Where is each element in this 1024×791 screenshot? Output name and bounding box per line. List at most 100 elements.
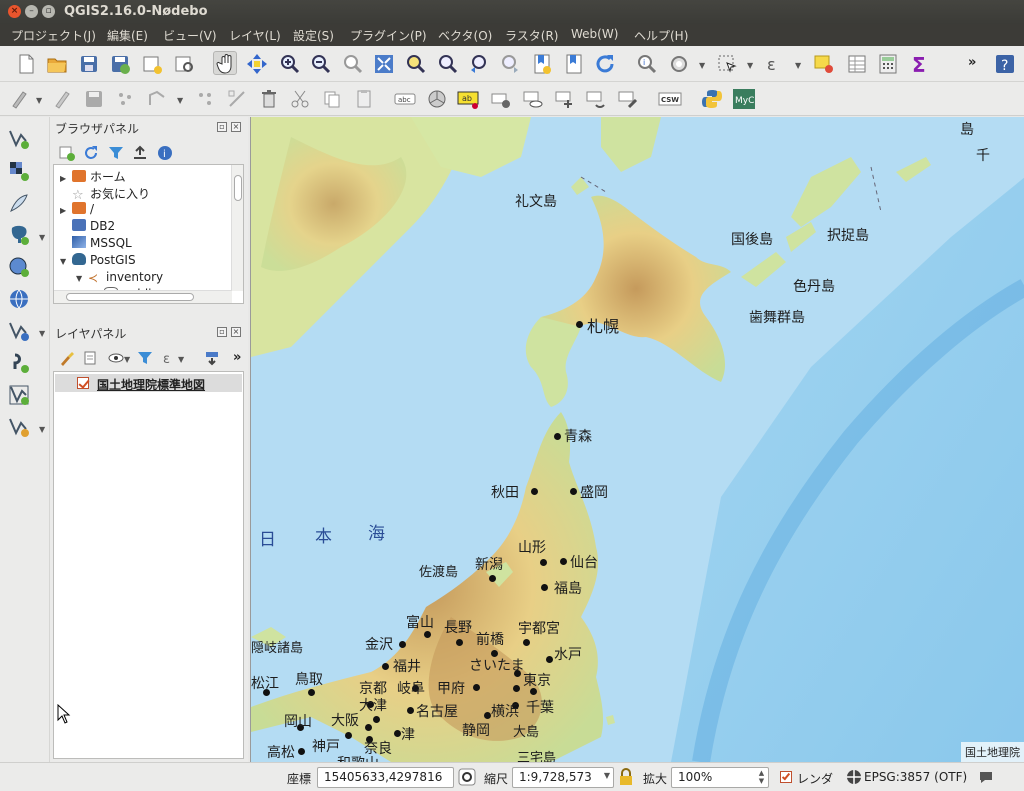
- add-group-icon[interactable]: [82, 349, 100, 367]
- add-line-icon[interactable]: [145, 87, 169, 111]
- expand-arrow-icon[interactable]: ▶: [60, 174, 72, 183]
- menu-help[interactable]: ヘルプ(H): [634, 27, 688, 44]
- tree-item-favorites[interactable]: ☆ お気に入り: [60, 185, 150, 202]
- deselect-all-icon[interactable]: [812, 52, 836, 76]
- open-project-icon[interactable]: [45, 52, 69, 76]
- menu-edit[interactable]: 編集(E): [107, 27, 148, 44]
- browser-panel-close-icon[interactable]: ×: [231, 122, 241, 132]
- menu-layer[interactable]: レイヤ(L): [229, 27, 281, 44]
- current-edits-icon[interactable]: [8, 87, 32, 111]
- layer-list[interactable]: 国土地理院標準地図: [53, 371, 244, 759]
- new-spatialite-layer-icon[interactable]: [7, 415, 31, 439]
- scale-dropdown-icon[interactable]: ▼: [604, 771, 610, 780]
- scale-combobox[interactable]: 1:9,728,573 ▼: [512, 767, 614, 788]
- node-tool-icon[interactable]: [225, 87, 249, 111]
- new-print-composer-icon[interactable]: [140, 52, 164, 76]
- toggle-editing-icon[interactable]: [50, 87, 74, 111]
- zoom-to-layer-icon[interactable]: [435, 52, 459, 76]
- layer-panel-close-icon[interactable]: ×: [231, 327, 241, 337]
- copy-features-icon[interactable]: [320, 87, 344, 111]
- save-as-icon[interactable]: [108, 52, 132, 76]
- pan-map-icon[interactable]: [213, 51, 237, 75]
- add-spatialite-layer-icon[interactable]: [7, 255, 31, 279]
- collapse-all-icon[interactable]: [131, 144, 149, 162]
- layer-item[interactable]: 国土地理院標準地図: [55, 374, 242, 392]
- menu-web[interactable]: Web(W): [571, 27, 618, 41]
- add-wcs-layer-icon[interactable]: [7, 351, 31, 375]
- render-checkbox[interactable]: [780, 771, 792, 783]
- refresh-icon[interactable]: [593, 52, 617, 76]
- cut-features-icon[interactable]: [288, 87, 312, 111]
- new-shapefile-layer-icon[interactable]: [7, 383, 31, 407]
- database-dropdown-icon[interactable]: ▼: [39, 233, 45, 242]
- identify-features-icon[interactable]: i: [635, 52, 659, 76]
- add-vector-layer-icon[interactable]: [7, 127, 31, 151]
- zoom-native-resolution-icon[interactable]: [340, 52, 364, 76]
- delete-selected-icon[interactable]: [257, 87, 281, 111]
- menu-view[interactable]: ビュー(V): [163, 27, 217, 44]
- browser-filter-icon[interactable]: [107, 144, 125, 162]
- zoom-next-icon[interactable]: [498, 52, 522, 76]
- browser-tree[interactable]: ▶ ホーム ☆ お気に入り ▶ / DB2 MSSQL ▼ PostGIS ▼ ≺ inve…: [53, 164, 244, 304]
- filter-legend-icon[interactable]: [136, 349, 154, 367]
- web-layer-dropdown-icon[interactable]: ▼: [39, 329, 45, 338]
- select-features-icon[interactable]: [715, 52, 739, 76]
- current-edits-dropdown-icon[interactable]: ▼: [36, 96, 44, 105]
- open-attribute-table-icon[interactable]: [845, 52, 869, 76]
- python-console-icon[interactable]: [700, 87, 724, 111]
- menu-project[interactable]: プロジェクト(J): [11, 27, 96, 44]
- browser-panel-float-icon[interactable]: ▫: [217, 122, 227, 132]
- toolbar1-overflow-icon[interactable]: »: [968, 55, 976, 70]
- composer-manager-icon[interactable]: [172, 52, 196, 76]
- zoom-full-icon[interactable]: [372, 52, 396, 76]
- select-by-expression-icon[interactable]: ε: [763, 52, 787, 76]
- move-label-icon[interactable]: [553, 87, 577, 111]
- run-action-dropdown-icon[interactable]: ▼: [699, 61, 707, 70]
- show-bookmarks-icon[interactable]: [562, 52, 586, 76]
- add-delimited-text-layer-icon[interactable]: [7, 191, 31, 215]
- expand-all-icon[interactable]: [203, 349, 221, 367]
- add-postgis-layer-icon[interactable]: [7, 223, 31, 247]
- map-themes-dropdown-icon[interactable]: ▼: [124, 355, 132, 364]
- new-bookmark-icon[interactable]: [530, 52, 554, 76]
- manage-map-themes-icon[interactable]: [107, 349, 125, 367]
- browser-horizontal-scrollbar[interactable]: [54, 290, 232, 303]
- help-icon[interactable]: ?: [993, 52, 1017, 76]
- run-action-icon[interactable]: [667, 52, 691, 76]
- zoom-in-icon[interactable]: [277, 52, 301, 76]
- add-wfs-layer-icon[interactable]: [7, 319, 31, 343]
- rotate-label-icon[interactable]: [584, 87, 608, 111]
- tree-item-postgis[interactable]: ▼ PostGIS: [60, 253, 136, 270]
- expand-arrow-icon[interactable]: ▼: [60, 257, 72, 266]
- window-close-button[interactable]: ×: [8, 5, 21, 18]
- expression-dropdown-icon[interactable]: ▼: [795, 61, 803, 70]
- menu-vector[interactable]: ベクタ(O): [438, 27, 492, 44]
- toggle-extents-icon[interactable]: [458, 768, 476, 786]
- layer-visibility-checkbox[interactable]: [77, 377, 89, 389]
- layer-panel-float-icon[interactable]: ▫: [217, 327, 227, 337]
- magnifier-spinbox[interactable]: 100% ▲ ▼: [671, 767, 769, 788]
- new-project-icon[interactable]: [14, 52, 38, 76]
- browser-refresh-icon[interactable]: [82, 144, 100, 162]
- coordinate-field[interactable]: 15405633,4297816: [317, 767, 454, 788]
- menu-raster[interactable]: ラスタ(R): [505, 27, 558, 44]
- open-layer-styling-icon[interactable]: [58, 349, 76, 367]
- window-minimize-button[interactable]: –: [25, 5, 38, 18]
- tree-item-root[interactable]: ▶ /: [60, 202, 94, 219]
- metasearch-csw-icon[interactable]: CSW: [658, 87, 682, 111]
- menu-settings[interactable]: 設定(S): [293, 27, 334, 44]
- add-wms-layer-icon[interactable]: [7, 287, 31, 311]
- zoom-last-icon[interactable]: [467, 52, 491, 76]
- add-feature-dropdown-icon[interactable]: ▼: [177, 96, 185, 105]
- spin-arrows-icon[interactable]: ▲ ▼: [756, 769, 767, 785]
- scrollbar-thumb[interactable]: [234, 175, 242, 201]
- field-calculator-icon[interactable]: [876, 52, 900, 76]
- paste-features-icon[interactable]: [352, 87, 376, 111]
- myc-plugin-icon[interactable]: MyC: [732, 87, 756, 111]
- layer-labeling-icon[interactable]: abc: [393, 87, 417, 111]
- change-label-icon[interactable]: [616, 87, 640, 111]
- crs-status[interactable]: EPSG:3857 (OTF): [864, 770, 967, 784]
- pin-unpin-labels-icon[interactable]: [489, 87, 513, 111]
- zoom-out-icon[interactable]: [308, 52, 332, 76]
- add-raster-layer-icon[interactable]: [7, 159, 31, 183]
